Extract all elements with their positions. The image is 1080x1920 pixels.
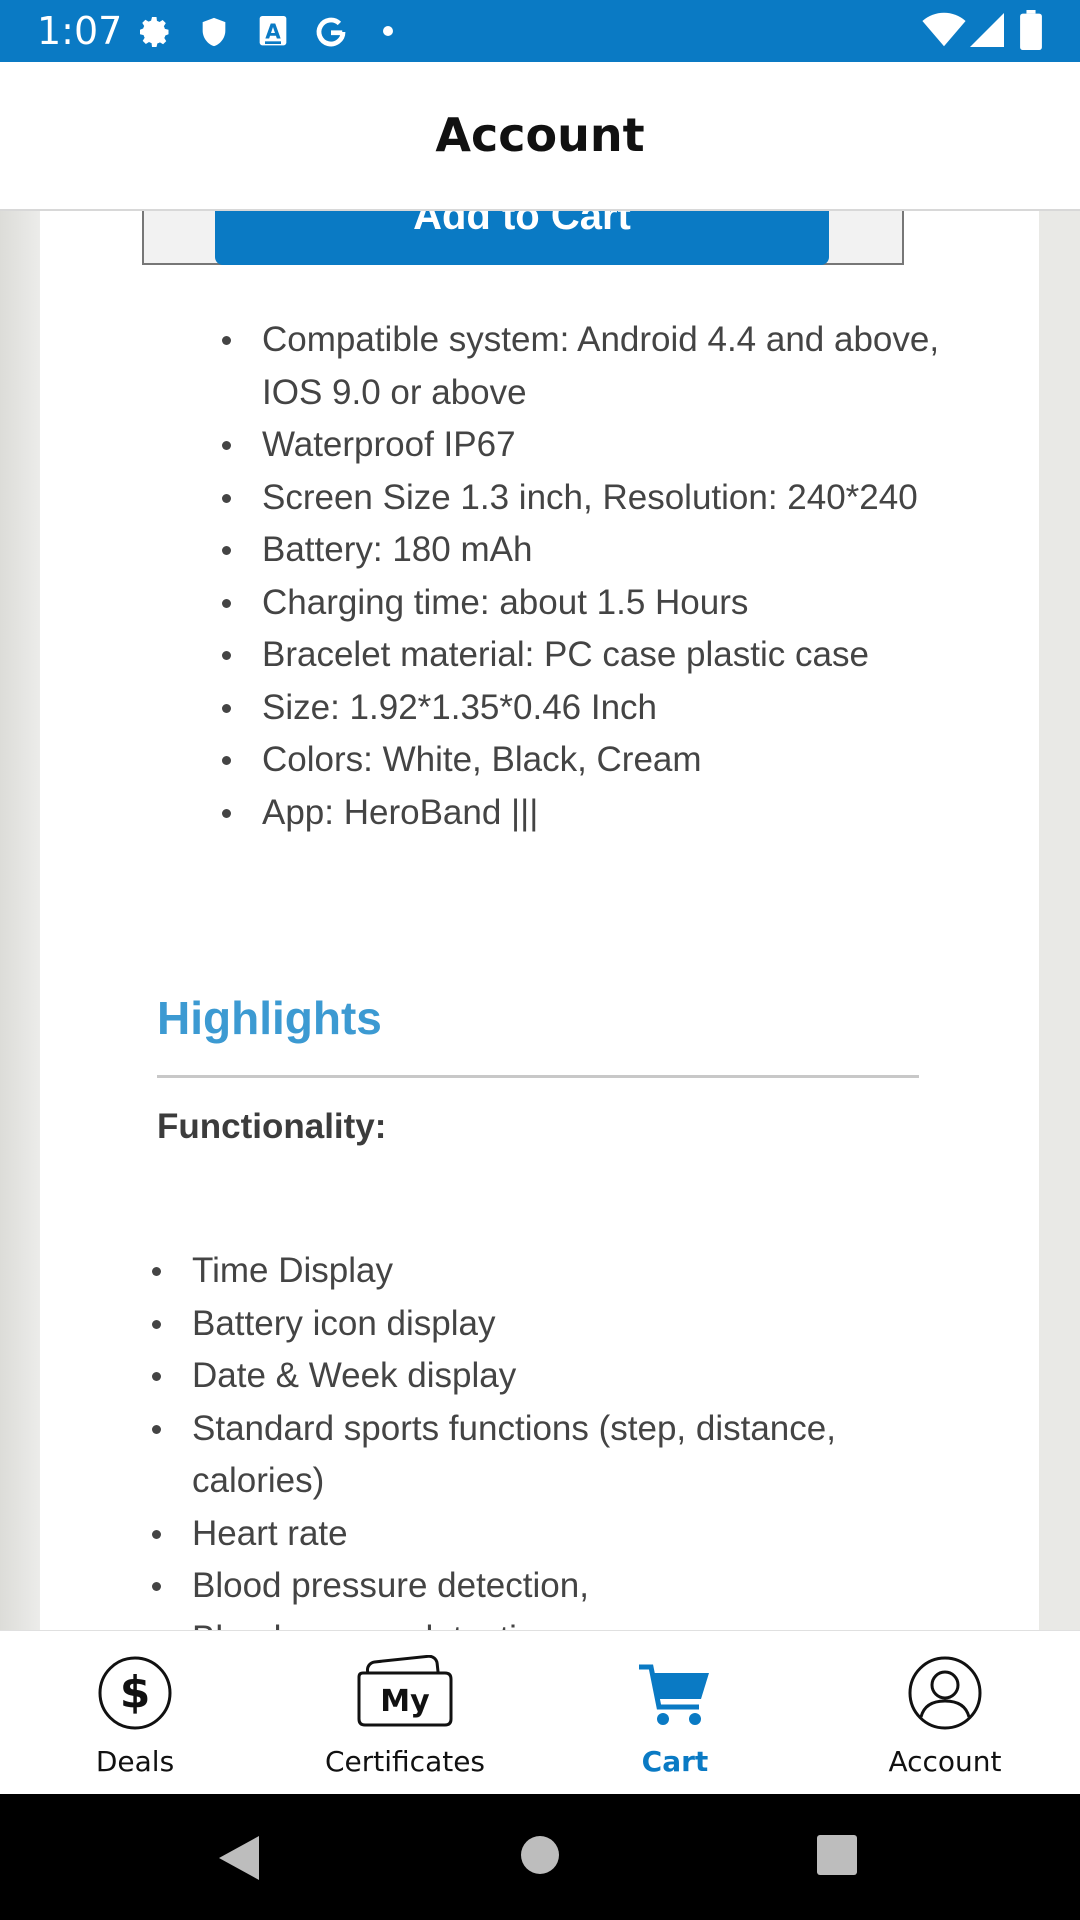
status-bar: 1:07 A [0, 0, 1080, 62]
wifi-icon [922, 12, 966, 47]
product-detail-scroll[interactable]: Add to Cart Compatible system: Android 4… [0, 209, 1080, 1630]
nav-certificates[interactable]: My Certificates [270, 1631, 540, 1795]
home-icon[interactable] [519, 1834, 561, 1876]
nav-certificates-label: Certificates [324, 1745, 486, 1778]
add-to-cart-label: Add to Cart [413, 209, 631, 238]
list-item: Battery icon display [152, 1298, 972, 1351]
page-edge-shadow [0, 209, 40, 1630]
dollar-circle-icon: $ [98, 1656, 172, 1730]
translate-a-icon: A [259, 16, 287, 46]
nav-account[interactable]: Account [810, 1631, 1080, 1795]
user-circle-icon [908, 1656, 982, 1730]
status-time: 1:07 [37, 9, 123, 53]
nav-cart-label: Cart [641, 1745, 709, 1778]
list-item: Heart rate [152, 1508, 972, 1561]
highlights-heading: Highlights [157, 992, 382, 1044]
battery-icon [1020, 10, 1042, 50]
section-divider [157, 1075, 919, 1078]
product-detail-card: Add to Cart Compatible system: Android 4… [40, 209, 1039, 1630]
list-item: Battery: 180 mAh [222, 524, 962, 577]
list-item: Screen Size 1.3 inch, Resolution: 240*24… [222, 472, 962, 525]
list-item: Bracelet material: PC case plastic case [222, 629, 962, 682]
list-item: Compatible system: Android 4.4 and above… [222, 314, 962, 419]
signal-icon [970, 13, 1004, 47]
list-item: Blood oxygen detection [192, 1613, 972, 1631]
list-item: Charging time: about 1.5 Hours [222, 577, 962, 630]
app-header: Account [0, 62, 1080, 211]
functionality-label: Functionality: [157, 1107, 387, 1146]
list-item: Waterproof IP67 [222, 419, 962, 472]
recents-icon[interactable] [816, 1834, 858, 1876]
back-icon[interactable] [217, 1834, 261, 1882]
add-to-cart-button[interactable]: Add to Cart [215, 209, 829, 265]
svg-text:$: $ [120, 1667, 151, 1718]
list-item: App: HeroBand ||| [222, 787, 962, 840]
nav-deals-label: Deals [95, 1745, 175, 1778]
bottom-nav: $ Deals My Certificates Cart Account [0, 1630, 1080, 1795]
shield-icon [202, 17, 226, 47]
page-title: Account [435, 108, 645, 162]
functions-list: Time Display Battery icon display Date &… [152, 1245, 972, 1631]
list-item: Standard sports functions (step, distanc… [152, 1403, 972, 1508]
list-item: Date & Week display [152, 1350, 972, 1403]
list-item: Blood pressure detection, [152, 1560, 972, 1613]
nav-account-label: Account [888, 1745, 1002, 1778]
specs-list: Compatible system: Android 4.4 and above… [222, 314, 962, 840]
system-nav-bar [0, 1794, 1080, 1920]
list-item: Time Display [152, 1245, 972, 1298]
svg-text:A: A [265, 20, 281, 44]
dot-icon [383, 26, 393, 36]
list-item: Colors: White, Black, Cream [222, 734, 962, 787]
gear-icon [140, 17, 169, 47]
svg-text:My: My [380, 1684, 430, 1719]
nav-cart[interactable]: Cart [540, 1631, 810, 1795]
cart-icon [639, 1664, 709, 1725]
my-certificates-icon: My [357, 1655, 453, 1727]
list-item: Size: 1.92*1.35*0.46 Inch [222, 682, 962, 735]
nav-deals[interactable]: $ Deals [0, 1631, 270, 1795]
google-g-icon [316, 17, 346, 47]
